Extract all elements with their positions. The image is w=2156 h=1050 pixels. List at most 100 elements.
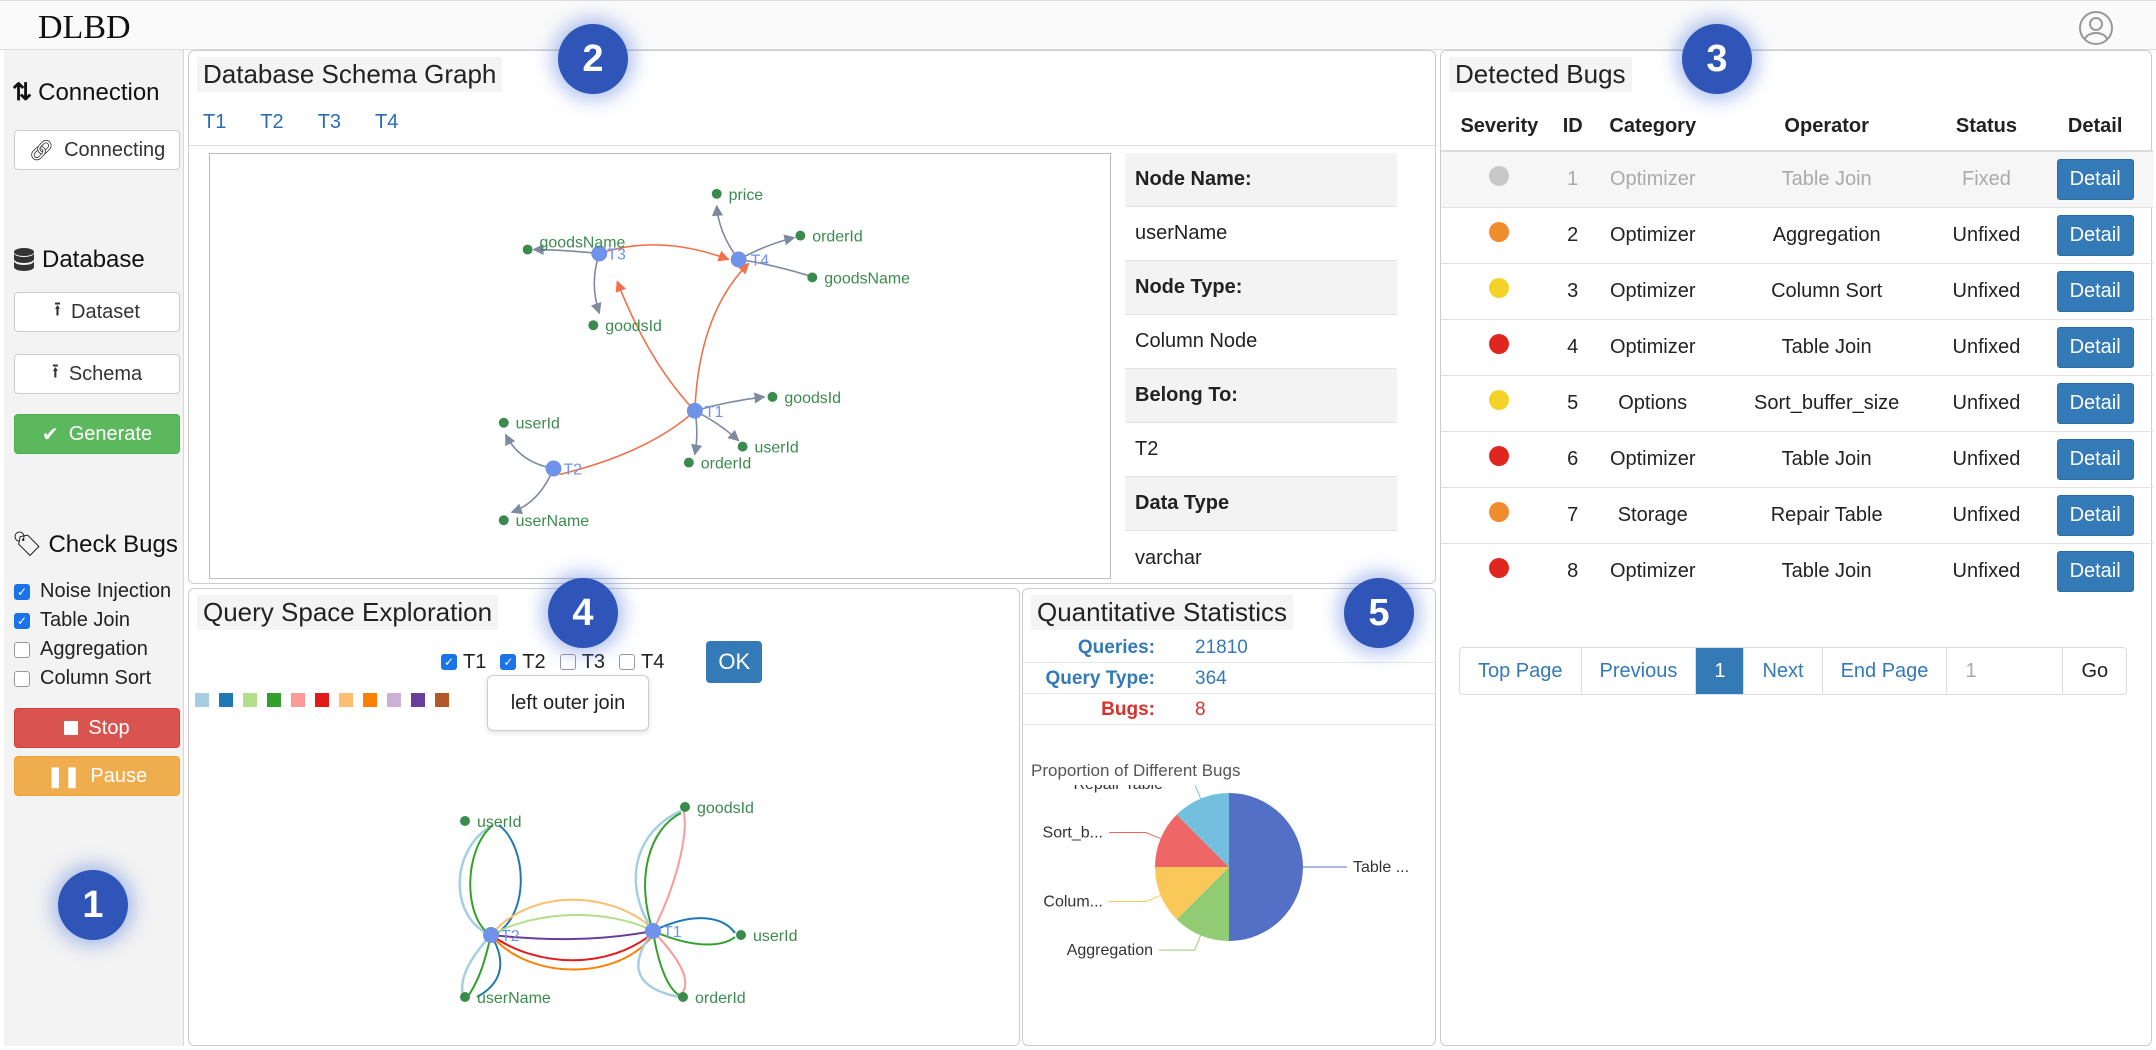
query-type-label: Query Type: xyxy=(1045,667,1155,689)
column-node-orderid-t1[interactable]: orderId xyxy=(683,456,751,473)
schema-graph-title: Database Schema Graph xyxy=(197,57,503,92)
column-node-goodsname-t4[interactable]: goodsName xyxy=(807,270,910,287)
detail-button[interactable]: Detail xyxy=(2056,270,2134,312)
check-table-join[interactable]: ✓ Table Join xyxy=(14,609,130,632)
column-node-goodsid-t1[interactable]: goodsId xyxy=(767,390,841,407)
belong-to-label: Belong To: xyxy=(1125,369,1397,423)
tab-t2[interactable]: T2 xyxy=(260,111,283,134)
tab-t3[interactable]: T3 xyxy=(318,111,341,134)
pie-label: Colum... xyxy=(1043,893,1103,910)
end-page-button[interactable]: End Page xyxy=(1823,648,1948,694)
qs-column-node-userid-left[interactable]: userId xyxy=(460,814,521,831)
qs-table-node-t1[interactable]: T1 xyxy=(645,923,682,941)
svg-text:goodsId: goodsId xyxy=(784,390,841,407)
legend-swatch[interactable] xyxy=(219,693,233,707)
check-noise-injection[interactable]: ✓ Noise Injection xyxy=(14,580,171,603)
query-space-graph[interactable]: T2 T1 userId goodsId userId userName ord… xyxy=(429,769,869,1009)
previous-page-button[interactable]: Previous xyxy=(1582,648,1697,694)
statistics-panel: Quantitative Statistics Queries: 21810 Q… xyxy=(1022,588,1436,1046)
column-node-username-t2[interactable]: userName xyxy=(498,513,589,530)
app-title: DLBD xyxy=(38,9,131,46)
stop-button[interactable]: Stop xyxy=(14,708,180,748)
connecting-button[interactable]: 🔗︎ Connecting xyxy=(14,130,180,170)
qs-column-node-orderid[interactable]: orderId xyxy=(678,990,746,1007)
next-page-button[interactable]: Next xyxy=(1744,648,1823,694)
bug-operator: Table Join xyxy=(1717,430,1936,487)
column-node-orderid-t4[interactable]: orderId xyxy=(795,229,863,246)
bug-category: Optimizer xyxy=(1587,150,1718,207)
top-page-button[interactable]: Top Page xyxy=(1460,648,1582,694)
qs-table-node-t2[interactable]: T2 xyxy=(483,927,520,945)
tab-t4[interactable]: T4 xyxy=(375,111,398,134)
qs-column-node-username[interactable]: userName xyxy=(460,990,551,1007)
checkbox[interactable]: ✓ xyxy=(14,612,30,629)
table-node-t1[interactable]: T1 xyxy=(686,402,724,421)
legend-swatch[interactable] xyxy=(267,693,281,707)
column-node-userid-t2[interactable]: userId xyxy=(498,416,560,433)
detail-button[interactable]: Detail xyxy=(2056,438,2134,480)
legend-swatch[interactable] xyxy=(411,693,425,707)
database-icon xyxy=(14,248,34,271)
schema-upload-button[interactable]: ⭱ Schema xyxy=(14,354,180,394)
column-node-goodsname-t3[interactable]: goodsName xyxy=(522,235,626,255)
table-node-t2[interactable]: T2 xyxy=(545,460,583,479)
checkbox[interactable] xyxy=(14,641,30,658)
table-row: 2 Optimizer Aggregation Unfixed Detail xyxy=(1441,206,2153,263)
detail-cell: Detail xyxy=(2037,542,2153,599)
bug-category: Optimizer xyxy=(1587,542,1718,599)
schema-graph-panel: Database Schema Graph T1 T2 T3 T4 T4 T3 … xyxy=(188,50,1437,584)
checkbox-t4[interactable] xyxy=(619,654,636,670)
checkbox[interactable] xyxy=(14,670,30,687)
go-button[interactable]: Go xyxy=(2063,648,2126,694)
legend-swatch[interactable] xyxy=(243,693,257,707)
svg-text:goodsName: goodsName xyxy=(540,235,626,252)
checkbox-t1[interactable]: ✓ xyxy=(441,654,457,670)
bug-id: 1 xyxy=(1557,150,1588,207)
schema-graph-canvas[interactable]: T4 T3 T1 T2 price orderId goodsName good… xyxy=(209,153,1111,579)
link-icon: 🔗︎ xyxy=(28,139,55,162)
bug-category: Optimizer xyxy=(1587,206,1718,263)
check-aggregation[interactable]: Aggregation xyxy=(14,638,148,661)
database-section-title: Database xyxy=(12,246,145,274)
qs-column-node-userid-right[interactable]: userId xyxy=(736,928,797,945)
legend-swatch[interactable] xyxy=(291,693,305,707)
legend-swatch[interactable] xyxy=(195,693,209,707)
detail-button[interactable]: Detail xyxy=(2056,494,2134,536)
ok-button[interactable]: OK xyxy=(706,641,763,683)
table-node-t4[interactable]: T4 xyxy=(730,251,770,270)
detail-button[interactable]: Detail xyxy=(2056,326,2134,368)
svg-text:userId: userId xyxy=(755,440,799,457)
svg-text:T2: T2 xyxy=(501,928,520,945)
bug-proportion-pie-chart[interactable]: Table ... Aggregation Colum... Sort_b... Rep… xyxy=(1023,785,1435,1015)
pie-slice[interactable] xyxy=(1229,793,1303,941)
dataset-upload-button[interactable]: ⭱ Dataset xyxy=(14,292,180,332)
legend-swatch[interactable] xyxy=(387,693,401,707)
user-account-icon[interactable] xyxy=(2078,10,2114,46)
detail-button[interactable]: Detail xyxy=(2056,550,2134,592)
check-column-sort[interactable]: Column Sort xyxy=(14,667,151,690)
checkbox-t2[interactable]: ✓ xyxy=(500,654,517,670)
svg-text:T2: T2 xyxy=(563,461,582,478)
legend-swatch[interactable] xyxy=(315,693,329,707)
label-t4: T4 xyxy=(641,650,665,673)
qs-column-node-goodsid[interactable]: goodsId xyxy=(680,800,754,817)
checkbox[interactable]: ✓ xyxy=(14,583,30,600)
svg-text:orderId: orderId xyxy=(701,456,751,473)
current-page-button[interactable]: 1 xyxy=(1696,648,1745,694)
legend-swatch[interactable] xyxy=(339,693,353,707)
legend-swatch[interactable] xyxy=(435,693,449,707)
detail-button[interactable]: Detail xyxy=(2056,382,2134,424)
severity-dot xyxy=(1441,430,1558,487)
pause-button[interactable]: ❚❚ Pause xyxy=(14,756,180,796)
checkbox-t3[interactable] xyxy=(559,654,576,670)
generate-button[interactable]: ✔ Generate xyxy=(14,414,180,454)
column-node-userid-t1[interactable]: userId xyxy=(737,440,799,457)
detail-button[interactable]: Detail xyxy=(2056,214,2134,256)
tab-t1[interactable]: T1 xyxy=(203,111,226,134)
column-node-goodsid-t3[interactable]: goodsId xyxy=(588,318,662,335)
legend-swatch[interactable] xyxy=(363,693,377,707)
bug-status: Unfixed xyxy=(1935,206,2038,263)
column-node-price[interactable]: price xyxy=(711,187,764,204)
page-number-input[interactable]: 1 xyxy=(1947,648,2064,694)
detail-button[interactable]: Detail xyxy=(2056,158,2134,200)
